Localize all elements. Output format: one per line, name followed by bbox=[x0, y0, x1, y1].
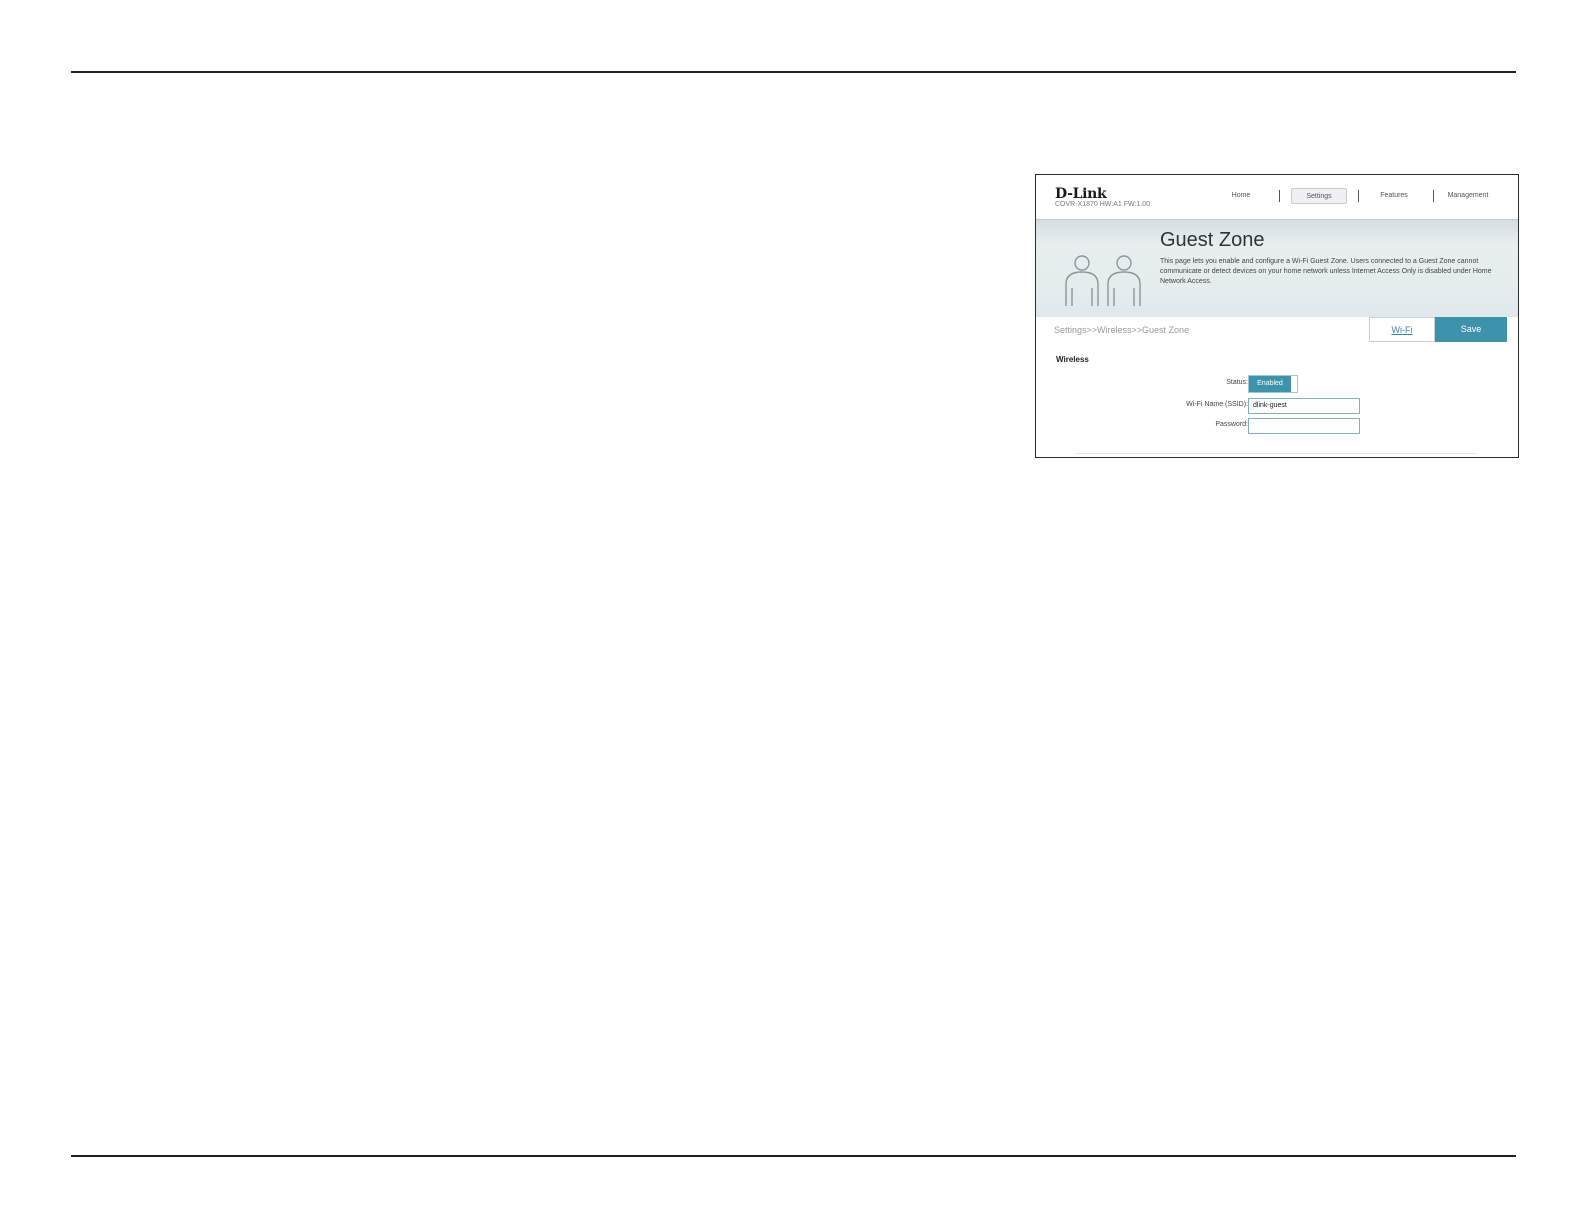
ssid-input[interactable]: dlink-guest bbox=[1248, 398, 1360, 414]
bottom-rule bbox=[71, 1155, 1516, 1157]
breadcrumb: Settings>>Wireless>>Guest Zone bbox=[1054, 325, 1190, 335]
page-title: Guest Zone bbox=[1160, 229, 1265, 251]
save-button[interactable]: Save bbox=[1435, 317, 1507, 342]
password-label: Password: bbox=[1215, 421, 1248, 428]
nav-features[interactable]: Features bbox=[1374, 188, 1414, 204]
nav-home[interactable]: Home bbox=[1226, 188, 1256, 204]
nav-settings[interactable]: Settings bbox=[1291, 188, 1347, 204]
model-info: COVR-X1870 HW:A1 FW:1.00 bbox=[1055, 201, 1151, 208]
nav-management[interactable]: Management bbox=[1441, 188, 1495, 204]
section-title-wireless: Wireless bbox=[1056, 355, 1089, 364]
nav-separator bbox=[1358, 190, 1359, 202]
wifi-link[interactable]: Wi-Fi bbox=[1369, 317, 1435, 342]
guest-users-icon bbox=[1065, 255, 1141, 306]
router-ui-screenshot: D-Link COVR-X1870 HW:A1 FW:1.00 Home Set… bbox=[1035, 174, 1519, 458]
ssid-label: Wi-Fi Name (SSID): bbox=[1186, 401, 1248, 408]
status-label: Status: bbox=[1226, 379, 1248, 386]
toolbar: Settings>>Wireless>>Guest Zone Wi-Fi Sav… bbox=[1036, 317, 1518, 343]
page-banner: Guest Zone This page lets you enable and… bbox=[1036, 219, 1518, 318]
dlink-logo: D-Link bbox=[1055, 186, 1107, 202]
password-input[interactable] bbox=[1248, 418, 1360, 434]
page-description: This page lets you enable and configure … bbox=[1160, 258, 1492, 285]
section-divider bbox=[1076, 453, 1476, 454]
nav-separator bbox=[1279, 190, 1280, 202]
status-toggle-value: Enabled bbox=[1249, 376, 1291, 392]
nav-separator bbox=[1433, 190, 1434, 202]
top-rule bbox=[71, 71, 1516, 73]
status-toggle[interactable]: Enabled bbox=[1248, 375, 1298, 393]
header: D-Link COVR-X1870 HW:A1 FW:1.00 Home Set… bbox=[1036, 175, 1518, 219]
